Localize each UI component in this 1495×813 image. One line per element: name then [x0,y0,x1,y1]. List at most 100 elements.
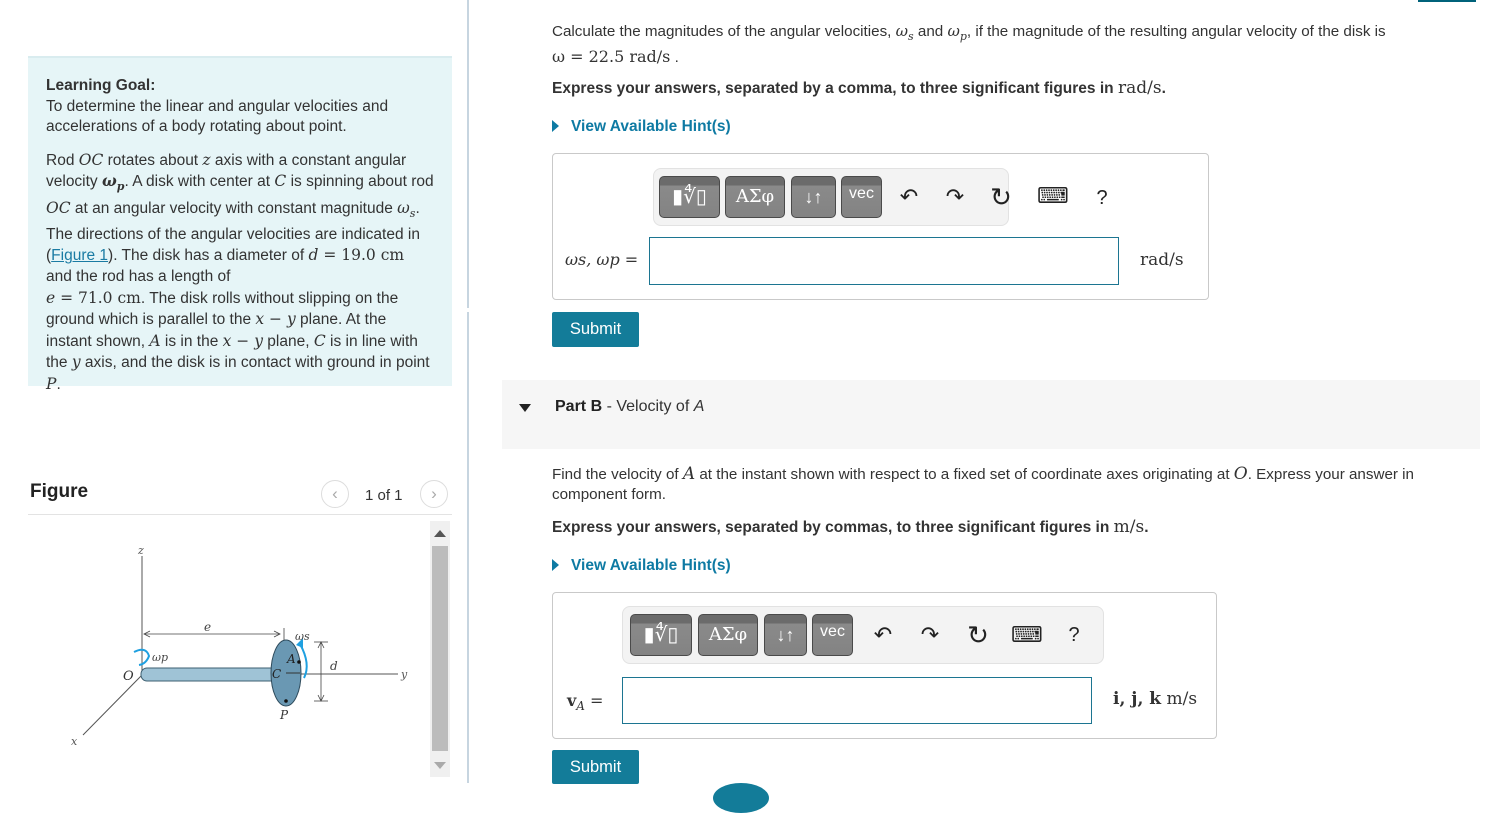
part-a-view-hints-link[interactable]: View Available Hint(s) [552,118,731,136]
part-b-view-hints-link[interactable]: View Available Hint(s) [552,557,731,575]
label-omega-s: ωs [295,630,310,643]
scroll-up-arrow-icon[interactable] [434,530,446,537]
part-b-header[interactable]: Part B - Velocity of A [502,380,1480,449]
keyboard-icon[interactable]: ⌨ [1037,180,1069,212]
rod-oc [140,667,282,682]
part-a-submit-button[interactable]: Submit [552,312,639,347]
var-d: d [308,246,319,265]
var-c: C [313,331,326,350]
desc-text: axis, and the disk is in contact with gr… [80,354,430,372]
chevron-left-icon: ‹ [332,484,338,503]
var-omega-s: ωs [895,22,914,44]
var-a: A [682,464,696,484]
figure-page-count: 1 of 1 [365,487,403,504]
templates-icon: ▮∜▯ [643,624,679,646]
templates-button[interactable]: ▮∜▯ [659,176,720,218]
desc-text: plane, [262,332,314,350]
caret-right-icon [552,559,559,571]
desc-text: . A disk with center at [124,173,275,191]
var-omega-p: ωp [102,171,125,194]
var-e: e [46,288,56,307]
templates-icon: ▮∜▯ [672,186,707,208]
math-toolbar: ▮∜▯ ΑΣφ ↓↑ vec ↶ ↷ ↻ ⌨ ? [622,606,1104,664]
greek-icon: ΑΣφ [735,186,775,207]
part-a-answer-input[interactable] [649,237,1119,285]
greek-symbols-button[interactable]: ΑΣφ [698,614,758,656]
desc-text: is in the [160,332,223,350]
label-c: C [272,667,281,681]
desc-text: is spinning about rod [286,173,434,191]
part-b-instruction: Express your answers, separated by comma… [552,517,1149,537]
vec-icon: vec [849,185,874,202]
vector-button[interactable]: vec [841,176,882,218]
desc-text: . [56,375,61,393]
arrows-icon: ↓↑ [776,625,795,645]
label-a: A [286,652,296,666]
answer-label-omega: ωs, ωp = [565,250,639,269]
templates-button[interactable]: ▮∜▯ [630,614,692,656]
learning-goal-title: Learning Goal: [46,77,156,94]
part-b-question: Find the velocity of A at the instant sh… [552,464,1414,503]
next-figure-button[interactable]: › [420,480,448,508]
greek-icon: ΑΣφ [708,624,748,645]
desc-text: at an angular velocity with constant mag… [70,200,398,218]
part-a-instruction: Express your answers, separated by a com… [552,78,1166,98]
x-axis [82,674,143,736]
part-b-answer-box: ▮∜▯ ΑΣφ ↓↑ vec ↶ ↷ ↻ ⌨ ? vA = i, j, k m/… [552,592,1217,739]
d-value: = 19.0 cm [318,246,405,265]
part-b-answer-input[interactable] [622,677,1092,724]
point-p-dot [284,699,288,703]
rod-disk-diagram: z y x O C A P e d ωp ωs [71,544,408,748]
learning-goal-panel: Learning Goal: To determine the linear a… [28,56,452,393]
redo-icon[interactable]: ↷ [940,181,970,213]
var-p: P [46,374,57,393]
caret-right-icon [552,120,559,132]
label-e: e [204,620,211,634]
label-p: P [279,708,289,722]
chevron-right-icon: › [431,484,437,503]
figure-title: Figure [30,481,89,502]
e-value: = 71.0 cm [55,288,141,307]
figure-scrollbar[interactable] [430,521,450,777]
column-divider [467,0,469,308]
desc-text: Rod [46,151,79,169]
arrows-button[interactable]: ↓↑ [764,614,807,656]
var-xy-plane: x − y [222,331,263,350]
var-y: y [71,353,81,372]
vector-button[interactable]: vec [812,614,853,656]
figure-header: Figure ‹ 1 of 1 › [28,478,452,515]
figure-image: z y x O C A P e d ωp ωs [28,528,428,778]
keyboard-icon[interactable]: ⌨ [1011,619,1043,651]
var-a: A [149,331,161,350]
reset-icon[interactable]: ↻ [963,619,993,651]
undo-icon[interactable]: ↶ [894,181,924,213]
greek-symbols-button[interactable]: ΑΣφ [725,176,785,218]
top-tab-underline [1418,0,1476,2]
desc-text: rotates about [103,151,203,169]
reset-icon[interactable]: ↻ [986,181,1016,213]
scrollbar-thumb[interactable] [432,546,448,751]
var-omega-s: ωs [397,199,416,221]
help-icon[interactable]: ? [1059,619,1089,651]
help-icon[interactable]: ? [1087,182,1117,214]
redo-icon[interactable]: ↷ [915,619,945,651]
part-a-question: Calculate the magnitudes of the angular … [552,22,1386,67]
var-o: O [1233,464,1248,484]
var-c: C [274,172,287,191]
undo-icon[interactable]: ↶ [868,619,898,651]
part-a-answer-box: ▮∜▯ ΑΣφ ↓↑ vec ↶ ↷ ↻ ⌨ ? ωs, ωp = rad/s [552,153,1209,300]
caret-down-icon [519,404,531,412]
var-oc: OC [78,150,104,169]
previous-figure-button[interactable]: ‹ [321,480,349,508]
desc-text: ). The disk has a diameter of [108,247,309,265]
column-divider [467,312,469,783]
arrows-button[interactable]: ↓↑ [791,176,836,218]
answer-unit: i, j, k m/s [1113,689,1198,709]
learning-goal-text: To determine the linear and angular velo… [46,97,389,136]
part-b-submit-button[interactable]: Submit [552,750,639,784]
var-xy-plane: x − y [255,310,296,329]
scroll-down-arrow-icon[interactable] [434,762,446,769]
var-omega-p: ωp [947,22,967,44]
figure-1-link[interactable]: Figure 1 [51,247,108,264]
var-z: z [202,150,211,169]
